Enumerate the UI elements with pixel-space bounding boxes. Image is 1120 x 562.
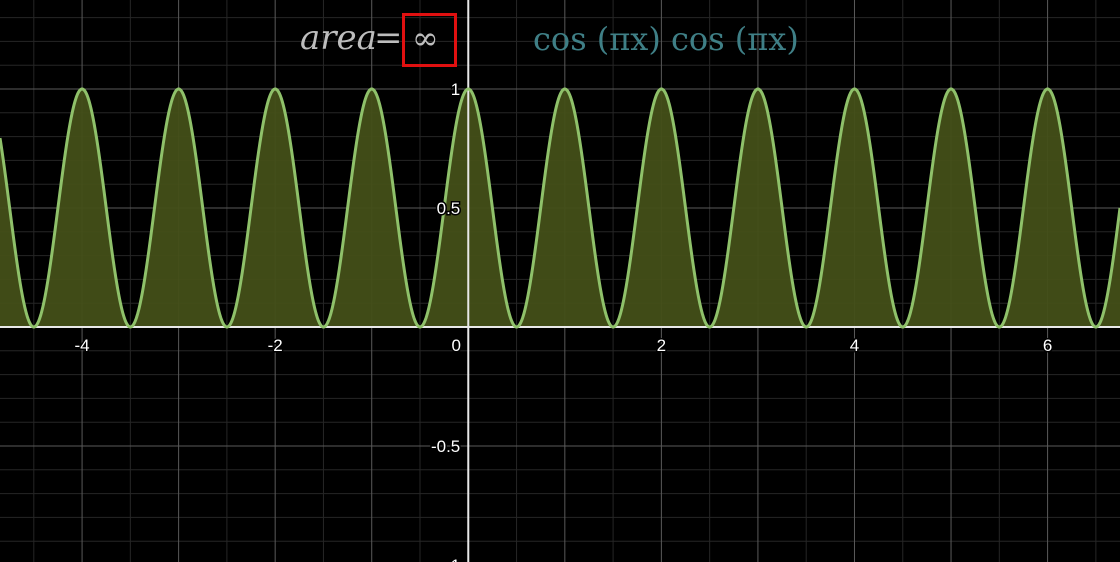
area-label: area (300, 18, 377, 58)
zero-point (32, 325, 36, 329)
peak-point (949, 87, 953, 91)
zero-point (804, 325, 808, 329)
zero-point (225, 325, 229, 329)
plot-area[interactable]: -4 -2 0 2 4 6 1 0.5 -0.5 -1 (0, 0, 1120, 562)
zero-point (901, 325, 905, 329)
zero-point (611, 325, 615, 329)
function-formula: cos (πx) cos (πx) (533, 20, 799, 58)
peak-point (370, 87, 374, 91)
peak-point (80, 87, 84, 91)
peak-point (659, 87, 663, 91)
equals-sign: = (374, 18, 403, 58)
y-tick-label: 0.5 (437, 199, 461, 218)
peak-point (563, 87, 567, 91)
y-tick-label: -0.5 (431, 437, 460, 456)
peak-point (273, 87, 277, 91)
zero-point (708, 325, 712, 329)
zero-point (321, 325, 325, 329)
zero-point (997, 325, 1001, 329)
zero-point (128, 325, 132, 329)
graph-canvas[interactable]: -4 -2 0 2 4 6 1 0.5 -0.5 -1 area = ∞ cos (πx) cos… (0, 0, 1120, 562)
x-tick-label: -2 (268, 336, 283, 355)
zero-point (418, 325, 422, 329)
area-value: ∞ (412, 19, 439, 57)
peak-point (177, 87, 181, 91)
y-tick-label: 1 (451, 80, 460, 99)
x-tick-label: -4 (75, 336, 90, 355)
peak-point (1046, 87, 1050, 91)
peak-point (466, 87, 470, 91)
peak-point (852, 87, 856, 91)
area-fill (0, 89, 1120, 327)
x-tick-label: 0 (452, 336, 461, 355)
x-tick-label: 2 (657, 336, 666, 355)
zero-point (1094, 325, 1098, 329)
x-tick-label: 4 (850, 336, 859, 355)
peak-point (756, 87, 760, 91)
zero-point (515, 325, 519, 329)
x-tick-label: 6 (1043, 336, 1052, 355)
y-tick-label: -1 (445, 556, 460, 562)
